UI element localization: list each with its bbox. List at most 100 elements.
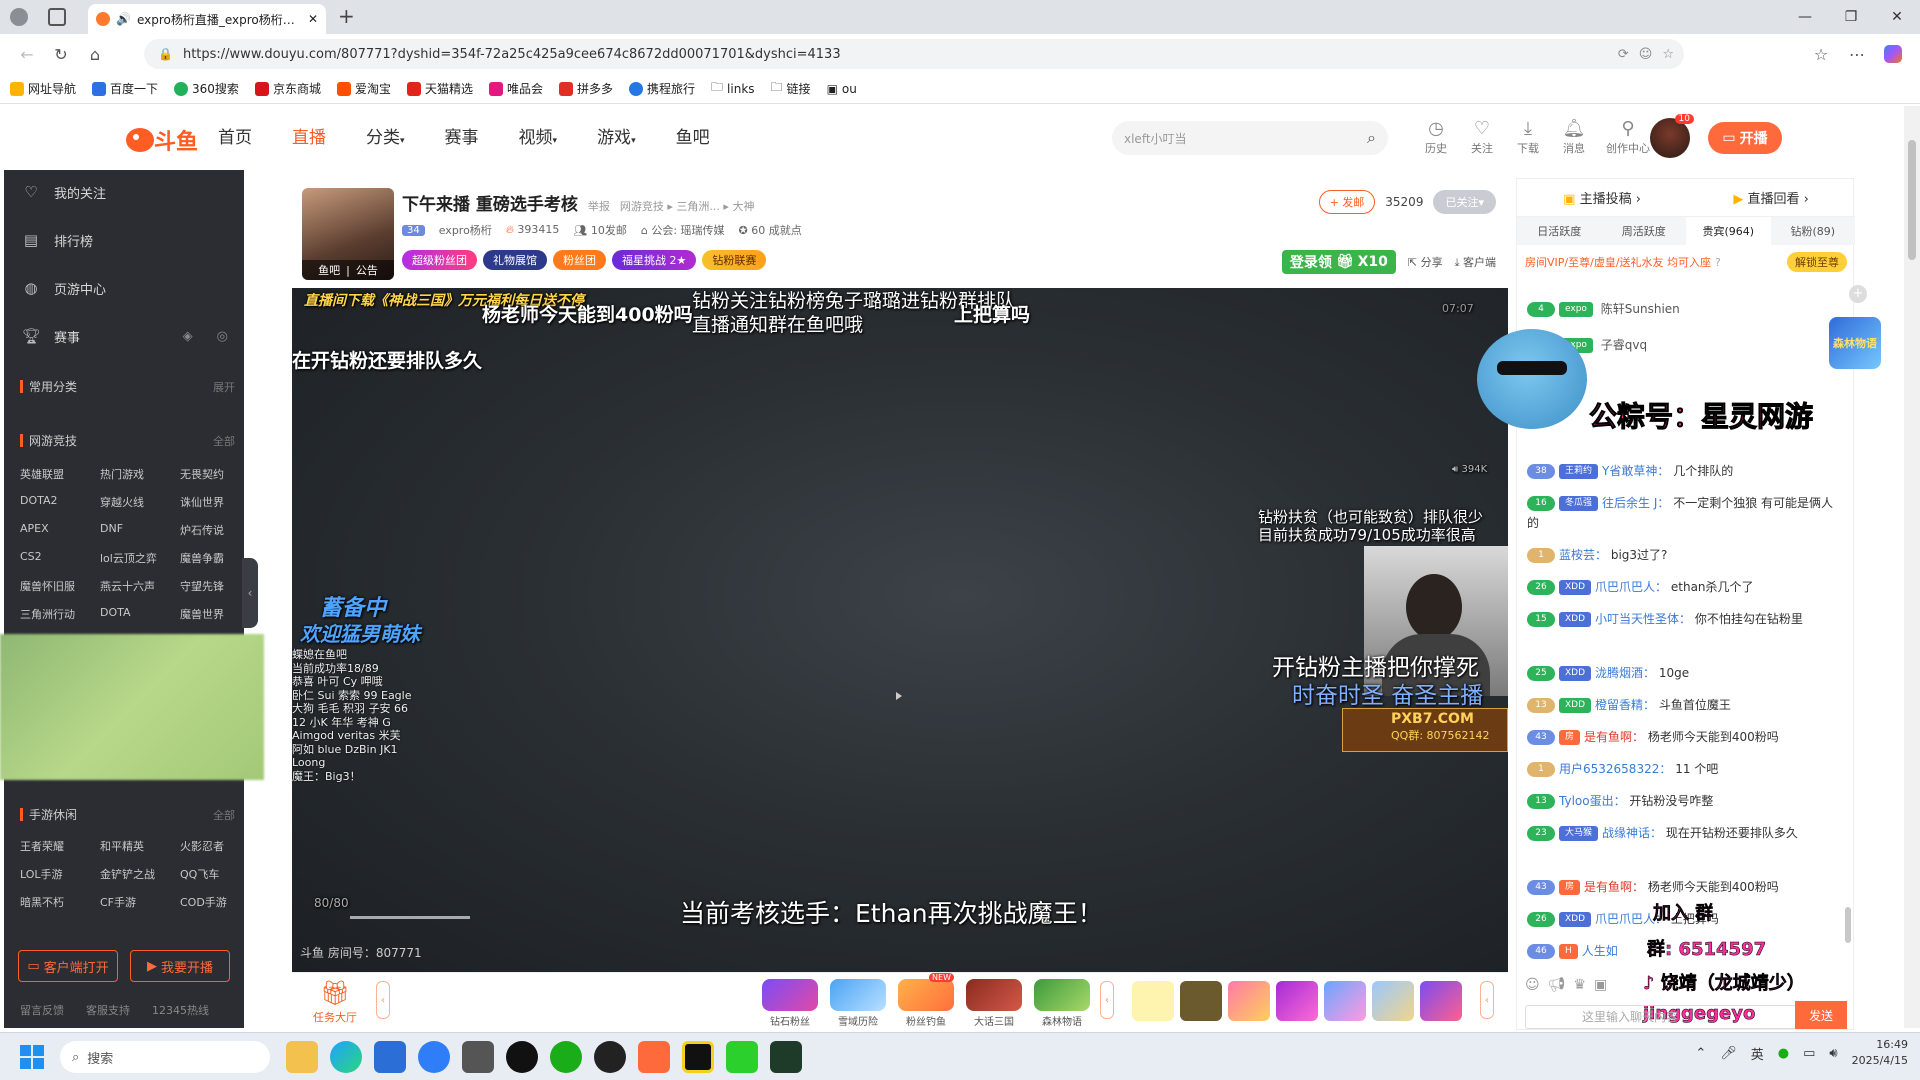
sidebar-item-ranking[interactable]: ▤ 排行榜 [4, 220, 244, 260]
bookmark-item[interactable]: 携程旅行 [629, 80, 695, 97]
bookmark-item[interactable]: 网址导航 [10, 80, 76, 97]
chat-message[interactable]: 13 XDD 橙留香精： 斗鱼首位魔王 [1527, 695, 1841, 715]
home-icon[interactable]: ⌂ [78, 37, 112, 71]
search-icon[interactable]: ⌕ [1367, 128, 1376, 148]
clock[interactable]: 16:49 2025/4/15 [1852, 1037, 1908, 1069]
windows-start-icon[interactable] [18, 1043, 46, 1071]
mic-icon[interactable]: 🎤︎ [1720, 1046, 1737, 1061]
category-link[interactable]: CS2 [20, 550, 100, 566]
url-bar[interactable]: 🔒 https://www.douyu.com/807771?dyshid=35… [144, 39, 1684, 69]
nav-home[interactable]: 首页 [218, 122, 252, 154]
explorer-icon[interactable] [286, 1041, 318, 1073]
bookmark-folder[interactable]: 🗀 链接 [771, 78, 811, 99]
category-link[interactable]: COD手游 [180, 894, 250, 910]
start-live-button[interactable]: ▭ 开播 [1708, 122, 1782, 154]
tab-actions-icon[interactable] [48, 8, 66, 26]
help-icon[interactable]: ? [1715, 256, 1721, 269]
category-link[interactable]: 火影忍者 [180, 838, 250, 854]
message-button[interactable]: 🔔︎ 消息 [1558, 118, 1590, 156]
bookmark-item[interactable]: 爱淘宝 [336, 80, 391, 97]
forest-story-badge[interactable]: 森林物语 [1829, 317, 1881, 369]
chat-message[interactable]: 16 冬瓜强 往后余生 J： 不一定剩个独狼 有可能是俩人的 [1527, 493, 1841, 533]
fan-club-badge[interactable]: 粉丝团 [553, 250, 606, 270]
dota-icon[interactable]: ◎ [217, 329, 228, 344]
favorites-icon[interactable]: ☆ [1804, 37, 1838, 71]
super-fans-badge[interactable]: 超级粉丝团 [402, 250, 477, 270]
speaker-icon[interactable]: 🔊︎ [1829, 1046, 1837, 1061]
restore-icon[interactable]: ❐ [1828, 0, 1874, 34]
wechat-tray-icon[interactable]: ● [1778, 1046, 1789, 1061]
copilot-icon[interactable] [1876, 37, 1910, 71]
expand-tab[interactable]: ‹ [1100, 981, 1114, 1019]
category-link[interactable]: 魔兽怀旧服 [20, 578, 100, 594]
crown-icon[interactable]: ♛ [1573, 977, 1586, 993]
category-link[interactable]: 王者荣耀 [20, 838, 100, 854]
bookmark-item[interactable]: 360搜索 [174, 80, 239, 97]
nav-yuba[interactable]: 鱼吧 [676, 122, 710, 154]
douyu-app-icon[interactable] [638, 1041, 670, 1073]
expand-tab[interactable]: ‹ [376, 981, 390, 1019]
three-kingdoms-button[interactable]: 大话三国 [966, 979, 1022, 1028]
tab-diamond-fans[interactable]: 钻粉(89) [1771, 217, 1856, 245]
category-link[interactable]: DOTA [100, 606, 180, 622]
report-link[interactable]: 举报 [588, 198, 610, 214]
fan-fishing-button[interactable]: NEW 粉丝钓鱼 [898, 973, 954, 1028]
login-gift-button[interactable]: 登录领 🎁︎ X10 [1281, 250, 1396, 274]
category-link[interactable]: 燕云十六声 [100, 578, 180, 594]
creator-center-button[interactable]: ⚲ 创作中心 [1604, 118, 1652, 156]
category-link[interactable]: DNF [100, 522, 180, 538]
category-link[interactable]: DOTA2 [20, 494, 100, 510]
anchor-submission-link[interactable]: ▣ 主播投稿 › [1563, 188, 1641, 207]
expand-tab[interactable]: ‹ [1480, 981, 1494, 1019]
category-link[interactable]: 和平精英 [100, 838, 180, 854]
page-scrollbar-thumb[interactable] [1908, 140, 1916, 260]
forest-story-button[interactable]: 森林物语 [1034, 979, 1090, 1028]
gift-item[interactable] [1132, 981, 1174, 1021]
category-link[interactable]: CF手游 [100, 894, 180, 910]
category-link[interactable]: 金铲铲之战 [100, 866, 180, 882]
task-hall-button[interactable]: 🎁︎ 任务大厅 [308, 979, 362, 1024]
notice-link[interactable]: 公告 [356, 262, 378, 278]
support-link[interactable]: 客服支持 [86, 1002, 130, 1018]
category-link[interactable]: 守望先锋 [180, 578, 250, 594]
diamond-fans-button[interactable]: 钻石粉丝 [762, 979, 818, 1028]
app-icon[interactable] [726, 1041, 758, 1073]
category-link[interactable]: 诛仙世界 [180, 494, 250, 510]
all-esports-link[interactable]: 全部 [213, 433, 235, 449]
open-client-button[interactable]: ▭ 客户端打开 [18, 950, 118, 982]
play-icon[interactable] [896, 692, 902, 700]
new-tab-icon[interactable]: + [338, 4, 355, 28]
ime-indicator[interactable]: 英 [1751, 1044, 1764, 1063]
category-link[interactable]: 炉石传说 [180, 522, 250, 538]
qq-icon[interactable] [506, 1041, 538, 1073]
nav-live[interactable]: 直播 [292, 122, 326, 154]
close-window-icon[interactable]: ✕ [1874, 0, 1920, 34]
bookmark-folder[interactable]: 🗀 links [711, 78, 755, 99]
app-icon[interactable] [594, 1041, 626, 1073]
tab-close-icon[interactable]: ✕ [308, 12, 318, 26]
gift-item[interactable] [1372, 981, 1414, 1021]
client-button[interactable]: ⤓ 客户端 [1455, 254, 1496, 270]
gift-gallery-badge[interactable]: 礼物展馆 [483, 250, 547, 270]
reader-icon[interactable]: ☺ [1639, 47, 1653, 62]
star-icon[interactable]: ☆ [1662, 47, 1684, 62]
lol-icon[interactable]: ◈ [183, 329, 193, 344]
snow-adventure-button[interactable]: 雪域历险 [830, 979, 886, 1028]
category-link[interactable]: APEX [20, 522, 100, 538]
guild-info[interactable]: ⌂ 公会: 瑶瑞传媒 [641, 222, 725, 238]
chat-message[interactable]: 25 XDD 泷腾烟酒： 10ge [1527, 663, 1841, 683]
emoji-icon[interactable]: ☺ [1525, 977, 1540, 993]
nav-games[interactable]: 游戏▾ [597, 122, 636, 154]
chat-message[interactable]: 38 王莉约 Y省敢草神： 几个排队的 [1527, 461, 1841, 481]
chat-message[interactable]: 1 用户6532658322： 11 个吧 [1527, 759, 1841, 779]
feedback-link[interactable]: 留言反馈 [20, 1002, 64, 1018]
hotline-link[interactable]: 12345热线 [152, 1002, 209, 1018]
vip-row[interactable]: 4 expo 陈轩Sunshien [1527, 299, 1841, 319]
category-link[interactable]: 魔兽世界 [180, 606, 250, 622]
add-icon[interactable]: + [1849, 285, 1867, 303]
diamond-league-badge[interactable]: 钻粉联赛 [702, 250, 767, 270]
network-icon[interactable]: ▭ [1803, 1046, 1815, 1061]
gift-box-icon[interactable]: ▣ [1594, 977, 1607, 993]
chat-message[interactable]: 23 大马猴 战缘神话： 现在开钻粉还要排队多久 [1527, 823, 1841, 843]
gift-item[interactable] [1420, 981, 1462, 1021]
